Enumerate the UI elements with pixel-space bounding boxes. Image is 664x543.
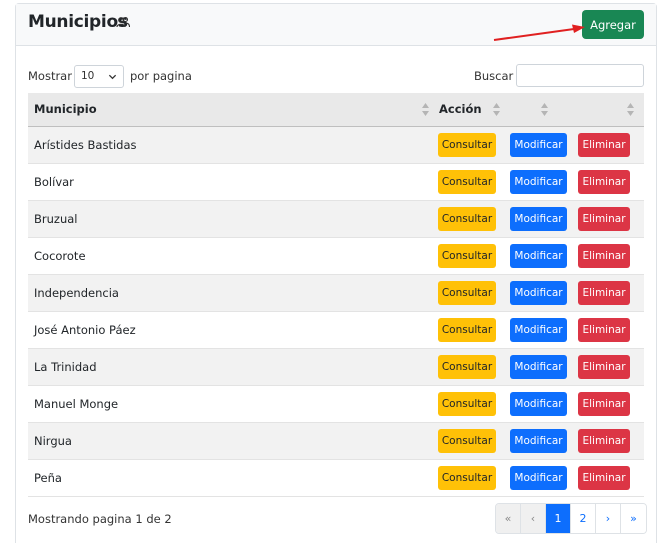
eliminar-button[interactable]: Eliminar <box>578 428 630 453</box>
column-header-accion[interactable]: Acción <box>433 93 504 127</box>
show-label: Mostrar <box>28 69 72 83</box>
municipio-name: La Trinidad <box>34 359 97 374</box>
table-row: Peña Consultar Modificar Eliminar <box>28 459 644 496</box>
eliminar-button[interactable]: Eliminar <box>578 169 630 194</box>
sort-icon <box>627 103 634 116</box>
modificar-button[interactable]: Modificar <box>510 132 567 157</box>
eliminar-button[interactable]: Eliminar <box>578 132 630 157</box>
page-size-value: 10 <box>80 70 95 82</box>
page-1-button[interactable]: 1 <box>546 504 571 533</box>
previous-page-button[interactable]: ‹ <box>521 504 546 533</box>
table-row: Bolívar Consultar Modificar Eliminar <box>28 163 644 200</box>
next-page-button[interactable]: › <box>596 504 621 533</box>
page-size-control: Mostrar 10 por pagina <box>28 64 192 88</box>
modificar-button[interactable]: Modificar <box>510 428 567 453</box>
page-2-button[interactable]: 2 <box>571 504 596 533</box>
eliminar-button[interactable]: Eliminar <box>578 243 630 268</box>
consultar-button[interactable]: Consultar <box>438 169 496 194</box>
table-row: Independencia Consultar Modificar Elimin… <box>28 274 644 311</box>
consultar-button[interactable]: Consultar <box>438 280 496 305</box>
table-row: Arístides Bastidas Consultar Modificar E… <box>28 126 644 163</box>
municipio-name: Peña <box>34 470 62 485</box>
eliminar-button[interactable]: Eliminar <box>578 280 630 305</box>
search-label: Buscar <box>474 69 514 83</box>
consultar-button[interactable]: Consultar <box>438 391 496 416</box>
eliminar-button[interactable]: Eliminar <box>578 317 630 342</box>
municipio-name: Cocorote <box>34 248 86 263</box>
modificar-button[interactable]: Modificar <box>510 169 567 194</box>
table-header-row: Municipio Acción <box>28 93 644 127</box>
sort-icon <box>422 103 429 116</box>
consultar-button[interactable]: Consultar <box>438 132 496 157</box>
consultar-button[interactable]: Consultar <box>438 354 496 379</box>
eliminar-button[interactable]: Eliminar <box>578 391 630 416</box>
municipio-name: Nirgua <box>34 433 72 448</box>
table-row: Bruzual Consultar Modificar Eliminar <box>28 200 644 237</box>
municipio-name: Independencia <box>34 285 119 300</box>
consultar-button[interactable]: Consultar <box>438 465 496 490</box>
page-size-select[interactable]: 10 <box>73 64 124 88</box>
search-input[interactable] <box>516 64 644 87</box>
annotation-arrow <box>493 24 585 41</box>
eliminar-button[interactable]: Eliminar <box>578 354 630 379</box>
sort-icon <box>541 103 548 116</box>
first-page-button[interactable]: « <box>496 504 521 533</box>
municipio-name: Manuel Monge <box>34 396 119 411</box>
last-page-button[interactable]: » <box>621 504 646 533</box>
modificar-button[interactable]: Modificar <box>510 280 567 305</box>
add-button[interactable]: Agregar <box>582 10 644 39</box>
sort-icon <box>493 103 500 116</box>
table-row: José Antonio Páez Consultar Modificar El… <box>28 311 644 348</box>
pagination: « ‹ 1 2 › » <box>495 503 647 534</box>
users-icon <box>116 16 130 28</box>
municipio-name: Bolívar <box>34 174 74 189</box>
eliminar-button[interactable]: Eliminar <box>578 206 630 231</box>
municipios-table: Municipio Acción Arístides Bastidas Cons… <box>28 93 644 497</box>
column-header-municipio[interactable]: Municipio <box>28 93 433 127</box>
municipio-name: Arístides Bastidas <box>34 137 137 152</box>
consultar-button[interactable]: Consultar <box>438 428 496 453</box>
modificar-button[interactable]: Modificar <box>510 243 567 268</box>
page-title: Municipios <box>28 12 128 32</box>
consultar-button[interactable]: Consultar <box>438 243 496 268</box>
column-header-blank-1[interactable] <box>504 93 574 127</box>
municipio-name: Bruzual <box>34 211 78 226</box>
modificar-button[interactable]: Modificar <box>510 465 567 490</box>
consultar-button[interactable]: Consultar <box>438 317 496 342</box>
modificar-button[interactable]: Modificar <box>510 391 567 416</box>
chevron-down-icon <box>108 74 117 79</box>
modificar-button[interactable]: Modificar <box>510 317 567 342</box>
consultar-button[interactable]: Consultar <box>438 206 496 231</box>
modificar-button[interactable]: Modificar <box>510 206 567 231</box>
table-row: La Trinidad Consultar Modificar Eliminar <box>28 348 644 385</box>
municipio-name: José Antonio Páez <box>34 322 136 337</box>
column-header-blank-2[interactable] <box>574 93 644 127</box>
search-control: Buscar <box>474 64 513 88</box>
modificar-button[interactable]: Modificar <box>510 354 567 379</box>
table-row: Manuel Monge Consultar Modificar Elimina… <box>28 385 644 422</box>
table-row: Cocorote Consultar Modificar Eliminar <box>28 237 644 274</box>
table-row: Nirgua Consultar Modificar Eliminar <box>28 422 644 459</box>
eliminar-button[interactable]: Eliminar <box>578 465 630 490</box>
pagination-info: Mostrando pagina 1 de 2 <box>28 512 172 526</box>
per-page-label: por pagina <box>129 69 192 83</box>
